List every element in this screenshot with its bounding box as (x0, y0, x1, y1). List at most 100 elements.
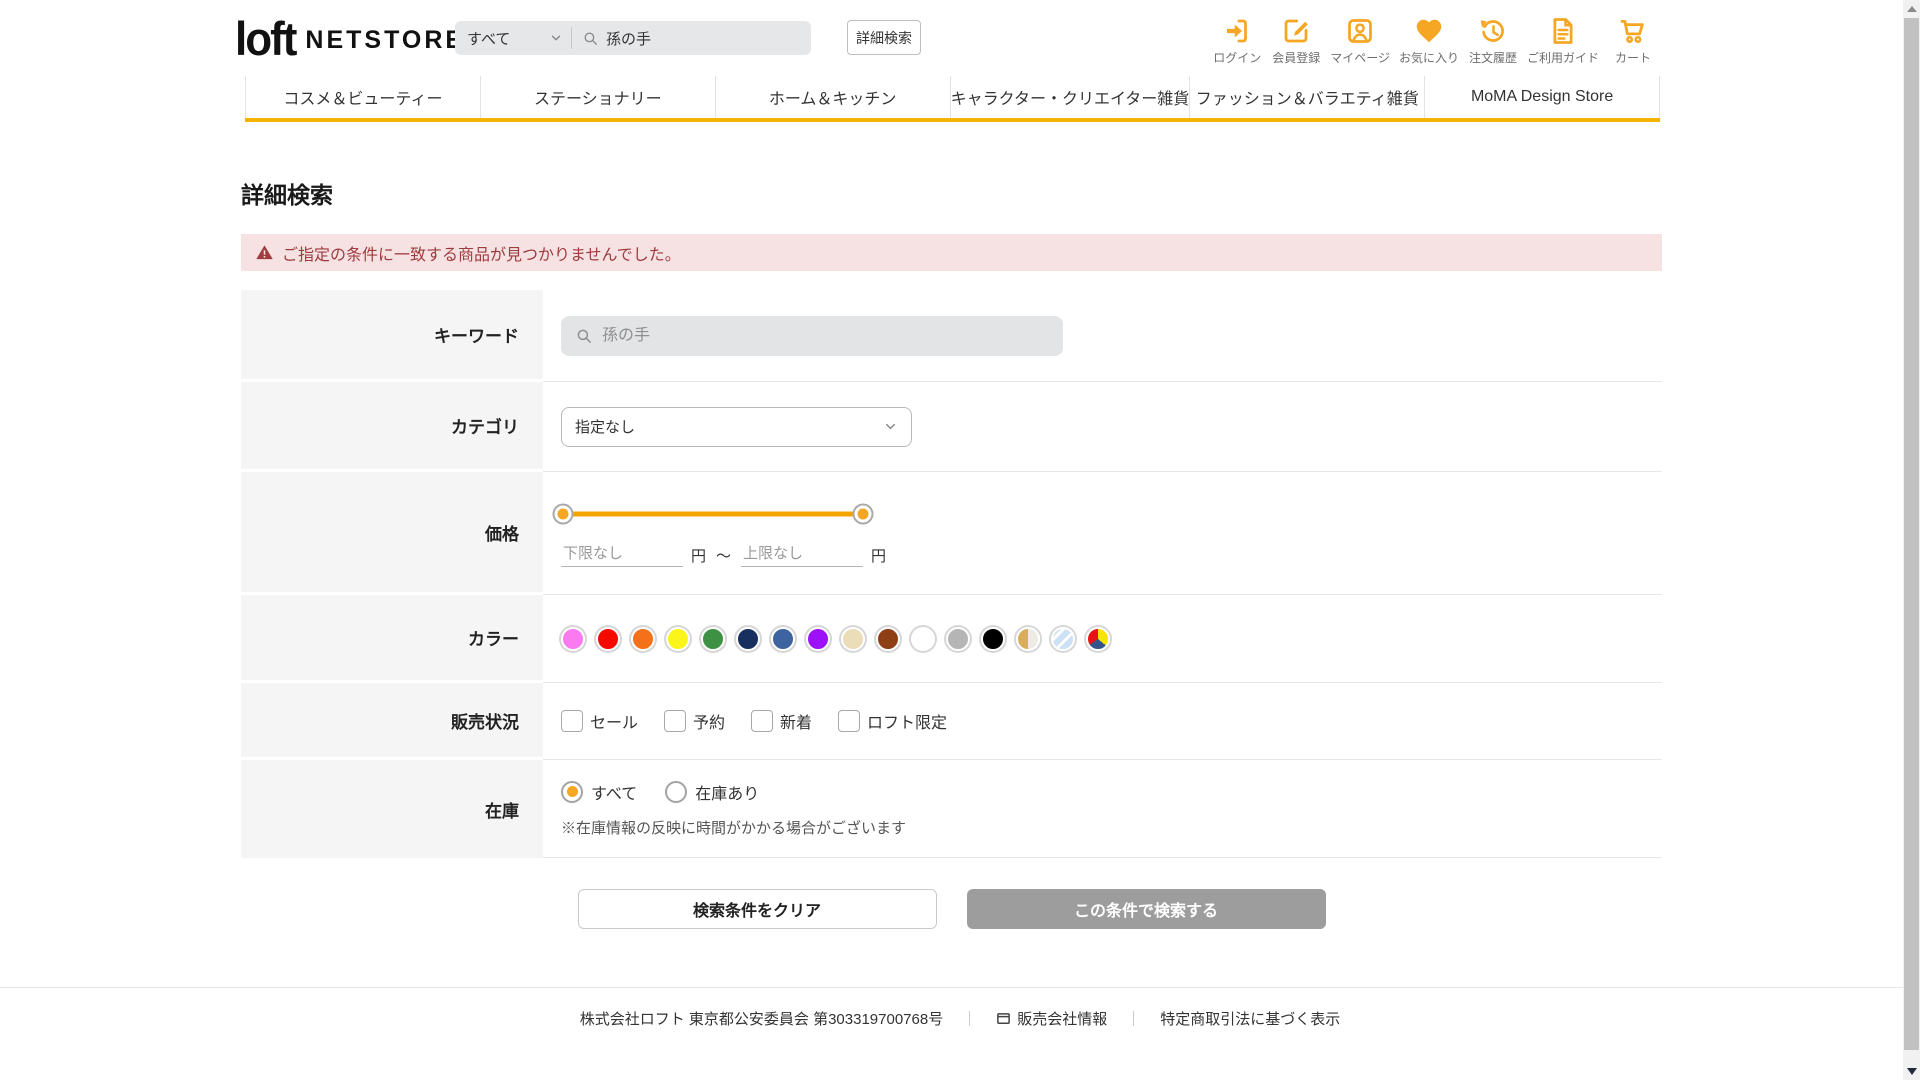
form-row-color: カラー (241, 595, 1662, 683)
checkbox-new-arrival-label: 新着 (780, 715, 813, 732)
keyword-input[interactable] (602, 326, 1063, 345)
color-swatches (561, 626, 1662, 651)
window-icon (997, 1013, 1011, 1024)
color-swatch-gold-silver[interactable] (1016, 626, 1040, 651)
price-range-slider (554, 501, 872, 527)
cart-link[interactable]: カート (1608, 14, 1658, 66)
nav-item-home-kitchen[interactable]: ホーム＆キッチン (714, 76, 950, 118)
search-icon (584, 31, 598, 45)
chevron-down-icon (551, 35, 561, 41)
color-swatch-white[interactable] (911, 626, 935, 651)
search-form: キーワード カテゴリ 指定なし (241, 290, 1662, 858)
site-header: loft NETSTORE すべて 詳細検索 (0, 0, 1920, 76)
sales-status-label: 販売状況 (241, 683, 543, 760)
price-max-input[interactable] (741, 543, 864, 567)
loft-logo[interactable]: loft NETSTORE (235, 13, 466, 66)
color-swatch-clear[interactable] (1051, 626, 1075, 651)
color-swatch-orange[interactable] (631, 626, 655, 651)
footer-company-info-link[interactable]: 販売会社情報 (996, 1008, 1107, 1029)
checkbox-box (561, 710, 583, 732)
color-swatch-brown[interactable] (876, 626, 900, 651)
login-label: ログイン (1213, 51, 1262, 65)
login-link[interactable]: ログイン (1212, 14, 1262, 66)
checkbox-loft-limited-label: ロフト限定 (867, 715, 948, 732)
form-row-stock: 在庫 すべて 在庫あり ※在庫情報の反映に時間がかかる場合がございます (241, 760, 1662, 858)
color-swatch-gray[interactable] (946, 626, 970, 651)
nav-item-fashion[interactable]: ファッション＆バラエティ雑貨 (1189, 76, 1424, 118)
order-history-link[interactable]: 注文履歴 (1468, 14, 1518, 66)
color-swatch-red[interactable] (596, 626, 620, 651)
register-link[interactable]: 会員登録 (1271, 14, 1321, 66)
color-swatch-pink[interactable] (561, 626, 585, 651)
search-category-value: すべて (467, 30, 511, 48)
checkbox-reservation-label: 予約 (693, 715, 726, 732)
footer-separator (1133, 1011, 1135, 1026)
price-min-input[interactable] (561, 543, 683, 567)
search-category-select[interactable]: すべて (455, 21, 571, 55)
price-min-unit: 円 (691, 547, 707, 565)
mypage-link[interactable]: マイページ (1330, 14, 1390, 66)
form-row-sales-status: 販売状況 セール 予約 新着 ロフト限定 (241, 683, 1662, 760)
header-quick-links: ログイン 会員登録 マイページ お気に入り 注文履歴 ご利用ガイド カート (1212, 14, 1658, 66)
color-swatch-navy[interactable] (736, 626, 760, 651)
checkbox-loft-limited[interactable]: ロフト限定 (838, 709, 947, 733)
footer-legal-link[interactable]: 特定商取引法に基づく表示 (1160, 1008, 1340, 1029)
checkbox-box (838, 710, 861, 732)
price-slider-handle-max[interactable] (854, 505, 872, 523)
radio-stock-available[interactable]: 在庫あり (665, 780, 759, 804)
nav-item-cosme[interactable]: コスメ＆ビューティー (245, 76, 480, 118)
mypage-icon (1345, 14, 1375, 46)
color-swatch-multicolor[interactable] (1086, 626, 1110, 651)
color-swatch-green[interactable] (701, 626, 725, 651)
header-search-field (572, 29, 811, 47)
header-search-input[interactable] (606, 29, 796, 47)
stock-options: すべて 在庫あり (561, 780, 1662, 804)
nav-item-moma[interactable]: MoMA Design Store (1424, 76, 1661, 118)
color-swatch-beige[interactable] (841, 626, 865, 651)
logo-loft-text: loft (235, 13, 297, 66)
page-title: 詳細検索 (241, 182, 333, 208)
favorites-heart-icon (1414, 14, 1444, 46)
chevron-down-icon (886, 423, 895, 430)
color-swatch-yellow[interactable] (666, 626, 690, 651)
login-icon (1222, 14, 1252, 46)
checkbox-reservation[interactable]: 予約 (664, 709, 725, 733)
category-select[interactable]: 指定なし (561, 406, 912, 447)
scroll-up-arrow-icon[interactable] (1907, 6, 1917, 12)
price-range-separator: ～ (716, 547, 732, 565)
footer-legal-label: 特定商取引法に基づく表示 (1160, 1011, 1341, 1028)
checkbox-box (664, 710, 687, 732)
checkbox-new-arrival[interactable]: 新着 (751, 709, 812, 733)
radio-button-selected (561, 780, 583, 803)
guide-document-icon (1548, 14, 1578, 46)
color-swatch-purple[interactable] (806, 626, 830, 651)
price-slider-track (563, 511, 863, 517)
nav-item-character[interactable]: キャラクター・クリエイター雑貨 (949, 76, 1189, 118)
search-icon (577, 329, 591, 343)
scrollbar-thumb[interactable] (1904, 18, 1919, 1050)
radio-button (665, 780, 688, 803)
search-with-conditions-button[interactable]: この条件で検索する (966, 889, 1326, 929)
color-swatch-black[interactable] (981, 626, 1005, 651)
clear-conditions-button[interactable]: 検索条件をクリア (577, 889, 937, 929)
warning-triangle-icon (256, 245, 273, 260)
category-label: カテゴリ (241, 382, 543, 472)
color-swatch-blue[interactable] (771, 626, 795, 651)
nav-item-stationery[interactable]: ステーショナリー (479, 76, 715, 118)
radio-stock-all[interactable]: すべて (561, 780, 637, 804)
checkbox-sale[interactable]: セール (561, 709, 638, 733)
favorites-label: お気に入り (1398, 51, 1459, 65)
scrollbar[interactable] (1903, 0, 1920, 1080)
checkbox-box (751, 710, 774, 732)
detail-search-button[interactable]: 詳細検索 (847, 20, 921, 55)
cart-icon (1618, 14, 1648, 46)
logo-netstore-text: NETSTORE (305, 25, 466, 54)
price-inputs: 円 ～ 円 (561, 543, 1662, 567)
price-slider-handle-min[interactable] (554, 505, 572, 523)
favorites-link[interactable]: お気に入り (1399, 14, 1459, 66)
scroll-down-arrow-icon[interactable] (1907, 1068, 1917, 1075)
guide-link[interactable]: ご利用ガイド (1527, 14, 1599, 66)
sales-status-options: セール 予約 新着 ロフト限定 (561, 709, 1662, 733)
order-history-icon (1478, 14, 1508, 46)
error-message: ご指定の条件に一致する商品が見つかりませんでした。 (282, 246, 681, 264)
